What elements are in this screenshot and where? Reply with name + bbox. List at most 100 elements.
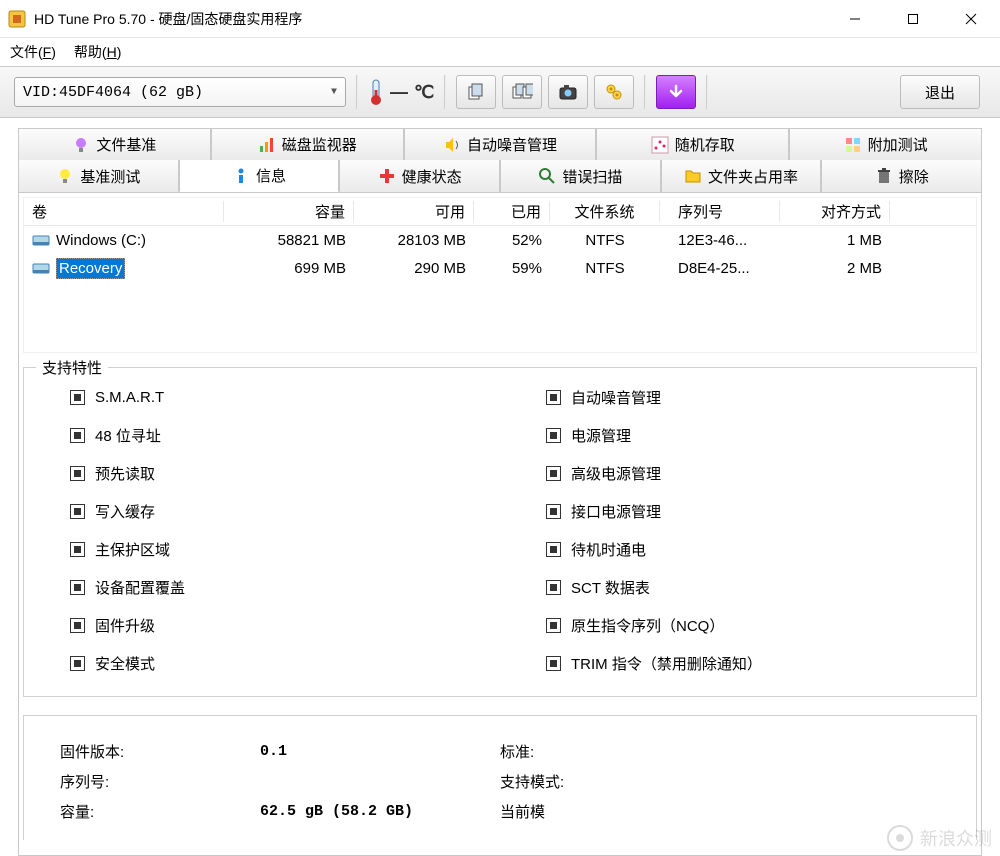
folder-icon: [684, 167, 702, 185]
health-icon: [378, 167, 396, 185]
tab-disk-monitor[interactable]: 磁盘监视器: [211, 128, 404, 160]
checkbox-icon: [70, 390, 85, 405]
tab-benchmark[interactable]: 基准测试: [18, 160, 179, 192]
close-button[interactable]: [942, 0, 1000, 37]
checkbox-icon: [70, 466, 85, 481]
thermometer-icon: [368, 78, 384, 106]
col-volume[interactable]: 卷: [24, 201, 224, 222]
tab-erase[interactable]: 擦除: [821, 160, 982, 192]
tab-aam[interactable]: 自动噪音管理: [404, 128, 597, 160]
checkbox-icon: [546, 428, 561, 443]
checkbox-icon: [546, 618, 561, 633]
col-serial[interactable]: 序列号: [660, 201, 780, 222]
feature-item: 固件升级: [70, 606, 500, 644]
tab-health[interactable]: 健康状态: [339, 160, 500, 192]
checkbox-icon: [70, 656, 85, 671]
info-label: 支持模式:: [500, 771, 620, 792]
feature-item: 电源管理: [546, 416, 976, 454]
toolbar-separator: [356, 75, 358, 109]
toolbar-separator: [444, 75, 446, 109]
copy-button[interactable]: [456, 75, 496, 109]
checkbox-icon: [70, 504, 85, 519]
info-value: 0.1: [260, 743, 287, 760]
feature-item: 设备配置覆盖: [70, 568, 500, 606]
tab-file-benchmark[interactable]: 文件基准: [18, 128, 211, 160]
col-available[interactable]: 可用: [354, 201, 474, 222]
device-selector-value: VID:45DF4064 (62 gB): [23, 84, 203, 101]
info-label: 固件版本:: [60, 741, 180, 762]
info-label: 容量:: [60, 801, 180, 822]
checkbox-icon: [546, 542, 561, 557]
copy-all-button[interactable]: [502, 75, 542, 109]
volume-table[interactable]: 卷 容量 可用 已用 文件系统 序列号 对齐方式 Windows (C:) 58…: [23, 197, 977, 353]
feature-item: TRIM 指令（禁用删除通知）: [546, 644, 976, 682]
temperature-display: — ℃: [368, 78, 434, 106]
checkbox-icon: [70, 428, 85, 443]
tab-error-scan[interactable]: 错误扫描: [500, 160, 661, 192]
checkbox-icon: [546, 466, 561, 481]
bulb-yellow-icon: [56, 167, 74, 185]
info-label: 序列号:: [60, 771, 180, 792]
feature-item: 安全模式: [70, 644, 500, 682]
feature-item: 高级电源管理: [546, 454, 976, 492]
menu-help[interactable]: 帮助(H): [74, 42, 121, 62]
checkbox-icon: [546, 504, 561, 519]
checkbox-icon: [70, 580, 85, 595]
temperature-value: —: [390, 82, 408, 103]
minimize-button[interactable]: [826, 0, 884, 37]
checkbox-icon: [546, 656, 561, 671]
col-capacity[interactable]: 容量: [224, 201, 354, 222]
settings-button[interactable]: [594, 75, 634, 109]
info-right-column: 标准: 支持模式: 当前模: [500, 736, 940, 826]
features-left: S.M.A.R.T 48 位寻址 预先读取 写入缓存 主保护区域 设备配置覆盖 …: [24, 378, 500, 682]
search-icon: [538, 167, 556, 185]
feature-item: 写入缓存: [70, 492, 500, 530]
menubar: 文件(F) 帮助(H): [0, 38, 1000, 66]
tab-random-access[interactable]: 随机存取: [596, 128, 789, 160]
info-fieldset: 固件版本:0.1 序列号: 容量:62.5 gB (58.2 GB) 标准: 支…: [23, 715, 977, 840]
scatter-icon: [651, 136, 669, 154]
drive-icon: [32, 261, 50, 275]
feature-item: 原生指令序列（NCQ）: [546, 606, 976, 644]
table-row[interactable]: Windows (C:) 58821 MB 28103 MB 52% NTFS …: [24, 226, 976, 254]
trash-icon: [875, 167, 893, 185]
col-align[interactable]: 对齐方式: [780, 201, 890, 222]
feature-item: 自动噪音管理: [546, 378, 976, 416]
col-used[interactable]: 已用: [474, 201, 550, 222]
col-filesystem[interactable]: 文件系统: [550, 201, 660, 222]
checkbox-icon: [70, 618, 85, 633]
features-legend: 支持特性: [36, 357, 108, 378]
checkbox-icon: [546, 580, 561, 595]
grid-icon: [844, 136, 862, 154]
toolbar-separator: [644, 75, 646, 109]
feature-item: 接口电源管理: [546, 492, 976, 530]
checkbox-icon: [70, 542, 85, 557]
tab-row-2: 基准测试 信息 健康状态 错误扫描 文件夹占用率 擦除: [18, 160, 982, 192]
feature-item: SCT 数据表: [546, 568, 976, 606]
exit-button[interactable]: 退出: [900, 75, 980, 109]
toolbar-separator: [706, 75, 708, 109]
info-icon: [232, 167, 250, 185]
features-fieldset: 支持特性 S.M.A.R.T 48 位寻址 预先读取 写入缓存 主保护区域 设备…: [23, 367, 977, 697]
maximize-button[interactable]: [884, 0, 942, 37]
save-button[interactable]: [656, 75, 696, 109]
tab-content: 卷 容量 可用 已用 文件系统 序列号 对齐方式 Windows (C:) 58…: [18, 192, 982, 856]
feature-item: 主保护区域: [70, 530, 500, 568]
tab-row-1: 文件基准 磁盘监视器 自动噪音管理 随机存取 附加测试: [18, 128, 982, 160]
feature-item: 预先读取: [70, 454, 500, 492]
feature-item: 48 位寻址: [70, 416, 500, 454]
table-row[interactable]: Recovery 699 MB 290 MB 59% NTFS D8E4-25.…: [24, 254, 976, 282]
info-left-column: 固件版本:0.1 序列号: 容量:62.5 gB (58.2 GB): [60, 736, 500, 826]
menu-file[interactable]: 文件(F): [10, 42, 56, 62]
feature-item: S.M.A.R.T: [70, 378, 500, 416]
app-icon: [8, 10, 26, 28]
tab-info[interactable]: 信息: [179, 160, 340, 192]
tab-extra-tests[interactable]: 附加测试: [789, 128, 982, 160]
toolbar: VID:45DF4064 (62 gB) ▼ — ℃ 退出: [0, 66, 1000, 118]
window-title: HD Tune Pro 5.70 - 硬盘/固态硬盘实用程序: [34, 9, 826, 29]
chevron-down-icon: ▼: [331, 87, 337, 98]
screenshot-button[interactable]: [548, 75, 588, 109]
device-selector[interactable]: VID:45DF4064 (62 gB) ▼: [14, 77, 346, 107]
tab-folder-usage[interactable]: 文件夹占用率: [661, 160, 822, 192]
feature-item: 待机时通电: [546, 530, 976, 568]
